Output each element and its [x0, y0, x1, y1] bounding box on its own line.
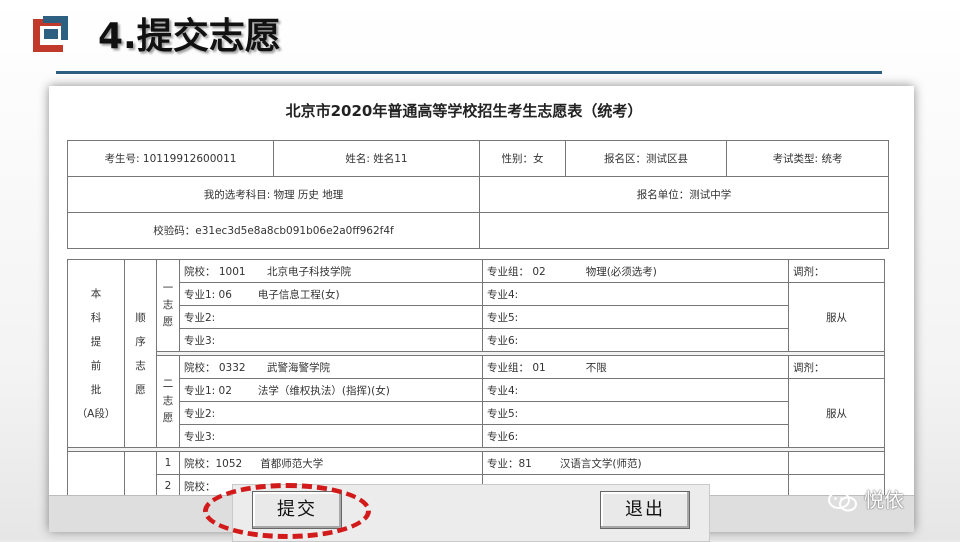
- adjust-value: 服从: [788, 282, 885, 352]
- wish-table: 本科提前批（A段） 顺序志愿 一志愿 院校： 1001 北京电子科技学院 专业组：…: [67, 259, 885, 498]
- major-cell: 专业6:: [482, 424, 789, 448]
- major-cell: 专业5:: [482, 401, 789, 425]
- empty-cell: [479, 212, 889, 249]
- logo-icon: [33, 16, 68, 52]
- major-cell: 专业3:: [179, 424, 483, 448]
- major-cell: 专业1: 06 电子信息工程(女): [179, 282, 483, 306]
- elective-subjects: 我的选考科目: 物理 历史 地理: [67, 176, 480, 213]
- major-group-cell: 专业组： 02 物理(必须选考): [482, 259, 789, 283]
- wish-ordinal-1: 一志愿: [156, 259, 180, 352]
- exam-type: 考试类型: 统考: [726, 140, 889, 177]
- empty-cell: [788, 451, 885, 475]
- registration-unit: 报名单位：测试中学: [479, 176, 889, 213]
- major-group-cell: 专业组： 01 不限: [482, 355, 789, 379]
- next-batch-cell: [67, 451, 125, 498]
- form-screenshot: 北京市2020年普通高等学校招生考生志愿表（统考） 考生号: 101199126…: [49, 86, 914, 531]
- slide: 4.提交志愿 北京市2020年普通高等学校招生考生志愿表（统考） 考生号: 10…: [0, 0, 960, 542]
- registration-region: 报名区：测试区县: [565, 140, 727, 177]
- checksum: 校验码：e31ec3d5e8a8cb091b06e2a0ff962f4f: [67, 212, 480, 249]
- adjust-value: 服从: [788, 378, 885, 448]
- next-order-cell: [124, 451, 157, 498]
- submit-button[interactable]: 提交: [252, 491, 342, 529]
- school-cell: 院校： 0332 武警海警学院: [179, 355, 483, 379]
- batch-label: 本科提前批（A段）: [67, 259, 125, 448]
- wechat-icon: [828, 490, 857, 511]
- major-cell: 专业：81 汉语言文学(师范): [482, 451, 789, 475]
- order-label: 顺序志愿: [124, 259, 157, 448]
- major-cell: 专业2:: [179, 401, 483, 425]
- major-cell: 专业4:: [482, 282, 789, 306]
- major-cell: 专业3:: [179, 328, 483, 352]
- school-cell: 院校： 1001 北京电子科技学院: [179, 259, 483, 283]
- gender: 性别：女: [479, 140, 566, 177]
- exam-number: 考生号: 10119912600011: [67, 140, 274, 177]
- form-title: 北京市2020年普通高等学校招生考生志愿表（统考）: [285, 102, 643, 120]
- adjust-label: 调剂：: [788, 259, 885, 283]
- student-name: 姓名: 姓名11: [273, 140, 480, 177]
- exit-button[interactable]: 退出: [600, 491, 690, 529]
- major-cell: 专业2:: [179, 305, 483, 329]
- major-cell: 专业5:: [482, 305, 789, 329]
- title-divider: [56, 71, 882, 74]
- watermark-text: 悦依: [864, 488, 904, 512]
- slide-title: 4.提交志愿: [98, 16, 281, 57]
- major-cell: 专业1: 02 法学（维权执法）(指挥)(女): [179, 378, 483, 402]
- major-cell: 专业4:: [482, 378, 789, 402]
- wish-ordinal-2: 二志愿: [156, 355, 180, 448]
- adjust-label: 调剂：: [788, 355, 885, 379]
- row-number: 1: [156, 451, 180, 475]
- student-info-table: 考生号: 10119912600011 姓名: 姓名11 性别：女 报名区：测试…: [67, 140, 889, 249]
- major-cell: 专业6:: [482, 328, 789, 352]
- school-cell: 院校：1052 首都师范大学: [179, 451, 483, 475]
- watermark: 悦依: [828, 484, 904, 512]
